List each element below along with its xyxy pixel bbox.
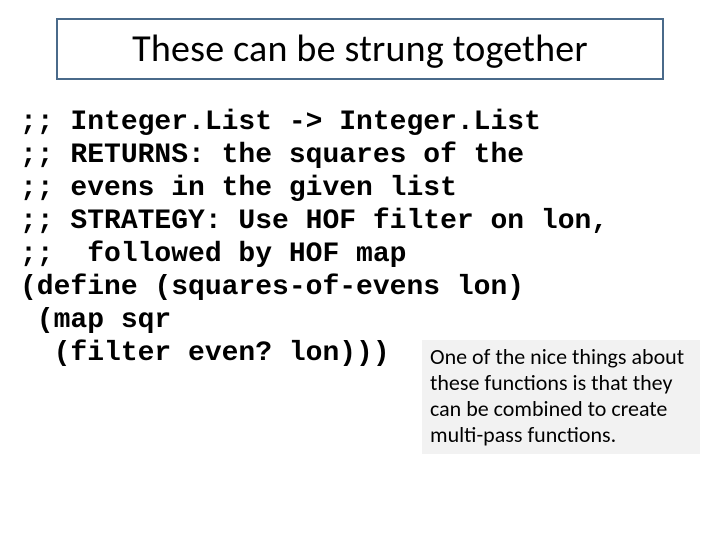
code-line-8: (filter even? lon))) (20, 338, 390, 369)
code-line-6: (define (squares-of-evens lon) (20, 272, 524, 303)
code-line-5: ;; followed by HOF map (20, 239, 406, 270)
annotation-text: One of the nice things about these funct… (430, 343, 684, 448)
code-line-3: ;; evens in the given list (20, 173, 457, 204)
code-block: ;; Integer.List -> Integer.List ;; RETUR… (20, 106, 700, 370)
slide-title: These can be strung together (132, 26, 588, 72)
title-box: These can be strung together (56, 18, 664, 80)
slide: These can be strung together ;; Integer.… (0, 0, 720, 540)
code-line-4: ;; STRATEGY: Use HOF filter on lon, (20, 206, 608, 237)
code-line-2: ;; RETURNS: the squares of the (20, 140, 524, 171)
code-line-7: (map sqr (20, 305, 171, 336)
code-line-1: ;; Integer.List -> Integer.List (20, 107, 541, 138)
annotation-box: One of the nice things about these funct… (422, 340, 700, 454)
